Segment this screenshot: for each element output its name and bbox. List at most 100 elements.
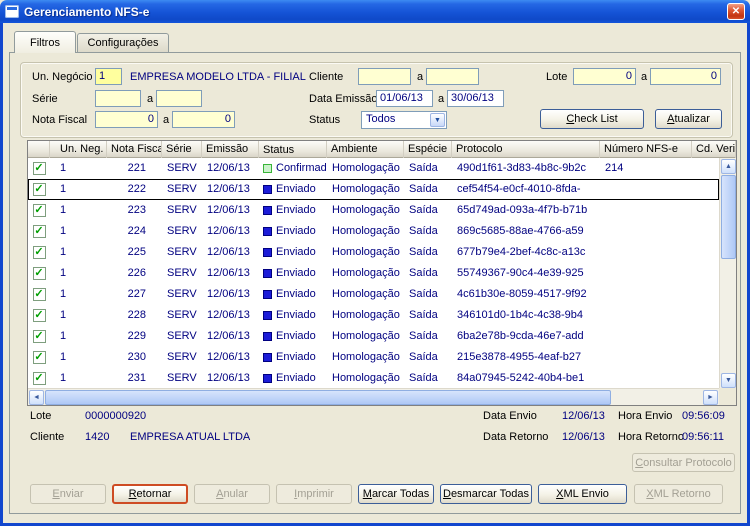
nota-fiscal-to-field[interactable]: 0 <box>172 111 235 128</box>
scroll-left-icon[interactable]: ◄ <box>29 390 44 405</box>
column-header[interactable] <box>28 141 50 158</box>
serie-from-field[interactable] <box>95 90 141 107</box>
hora-envio-value: 09:56:09 <box>682 410 725 422</box>
horizontal-scrollbar[interactable]: ◄ ► <box>28 388 719 405</box>
column-header[interactable]: Nota Fiscal <box>107 141 162 158</box>
xml-retorno-button[interactable]: XML Retorno <box>634 484 723 504</box>
scroll-down-icon[interactable]: ▼ <box>721 373 736 388</box>
consultar-protocolo-label: Consultar Protocolo <box>635 456 732 469</box>
cell-emissao: 12/06/13 <box>207 309 250 321</box>
row-checkbox[interactable]: ✓ <box>32 351 46 364</box>
atualizar-button[interactable]: Atualizar <box>655 109 722 129</box>
lote-to-field[interactable]: 0 <box>650 68 721 85</box>
row-checkbox[interactable]: ✓ <box>32 162 46 175</box>
column-header[interactable]: Status <box>259 141 327 158</box>
cell-nota_fiscal: 225 <box>127 246 146 258</box>
horizontal-scrollbar-thumb[interactable] <box>45 390 611 405</box>
serie-to-field[interactable] <box>156 90 202 107</box>
table-row[interactable]: ✓ 1 229 SERV 12/06/13 Enviado Homologação Saída… <box>28 326 719 347</box>
table-row[interactable]: ✓ 1 230 SERV 12/06/13 Enviado Homologação Saída… <box>28 347 719 368</box>
table-row[interactable]: ✓ 1 228 SERV 12/06/13 Enviado Homologação Saída… <box>28 305 719 326</box>
column-header[interactable]: Ambiente <box>327 141 404 158</box>
status-label: Status <box>309 114 341 126</box>
tab-filtros[interactable]: Filtros <box>14 31 76 53</box>
check-list-button[interactable]: Check List <box>540 109 644 129</box>
status-text: Enviado <box>276 225 316 237</box>
vertical-scrollbar[interactable]: ▲ ▼ <box>719 158 736 389</box>
cell-ambiente: Homologação <box>332 330 400 342</box>
table-row[interactable]: ✓ 1 226 SERV 12/06/13 Enviado Homologação Saída… <box>28 263 719 284</box>
table-row[interactable]: ✓ 1 221 SERV 12/06/13 Confirmado Homologação Sa… <box>28 158 719 179</box>
desmarcar-todas-button[interactable]: Desmarcar Todas <box>440 484 532 504</box>
cell-especie: Saída <box>409 288 438 300</box>
cell-serie: SERV <box>167 372 197 384</box>
row-checkbox[interactable]: ✓ <box>32 288 46 301</box>
cell-ambiente: Homologação <box>332 288 400 300</box>
row-checkbox[interactable]: ✓ <box>32 267 46 280</box>
cliente-to-field[interactable] <box>426 68 479 85</box>
consultar-protocolo-button[interactable]: Consultar Protocolo <box>632 453 735 472</box>
column-header[interactable]: Número NFS-e <box>600 141 692 158</box>
tab-configuracoes-label: Configurações <box>87 37 159 49</box>
cell-serie: SERV <box>167 351 197 363</box>
column-header[interactable]: Protocolo <box>452 141 600 158</box>
table-row[interactable]: ✓ 1 223 SERV 12/06/13 Enviado Homologação Saída… <box>28 200 719 221</box>
table-row[interactable]: ✓ 1 231 SERV 12/06/13 Enviado Homologação Saída… <box>28 368 719 389</box>
cell-cd-verificacao <box>692 200 719 221</box>
status-enviado-icon <box>263 185 272 194</box>
column-header[interactable]: Emissão <box>202 141 259 158</box>
anular-button[interactable]: Anular <box>194 484 270 504</box>
cell-numero_nfse <box>600 326 692 347</box>
column-header[interactable]: Un. Neg. <box>50 141 107 158</box>
marcar-todas-button[interactable]: Marcar Todas <box>358 484 434 504</box>
row-checkbox[interactable]: ✓ <box>32 309 46 322</box>
row-checkbox[interactable]: ✓ <box>32 204 46 217</box>
xml-retorno-label: XML Retorno <box>646 488 711 500</box>
status-text: Enviado <box>276 183 316 195</box>
anular-label: Anular <box>216 488 248 500</box>
xml-envio-button[interactable]: XML Envio <box>538 484 627 504</box>
row-checkbox[interactable]: ✓ <box>32 246 46 259</box>
enviar-button[interactable]: Enviar <box>30 484 106 504</box>
cell-especie: Saída <box>409 246 438 258</box>
row-checkbox[interactable]: ✓ <box>32 183 46 196</box>
cell-un_neg: 1 <box>60 204 67 216</box>
column-header[interactable]: Série <box>162 141 202 158</box>
row-checkbox[interactable]: ✓ <box>32 372 46 385</box>
column-header[interactable]: Espécie <box>404 141 452 158</box>
cell-emissao: 12/06/13 <box>207 162 250 174</box>
cell-serie: SERV <box>167 162 197 174</box>
status-confirmado-icon <box>263 164 272 173</box>
table-row[interactable]: ✓ 1 222 SERV 12/06/13 Enviado Homologação Saída… <box>28 179 719 200</box>
cell-cd-verificacao <box>692 326 719 347</box>
data-emissao-from-field[interactable]: 01/06/13 <box>376 90 433 107</box>
data-emissao-to-field[interactable]: 30/06/13 <box>447 90 504 107</box>
cell-cd-verificacao <box>692 221 719 242</box>
cliente-from-field[interactable] <box>358 68 411 85</box>
table-row[interactable]: ✓ 1 225 SERV 12/06/13 Enviado Homologação Saída… <box>28 242 719 263</box>
lote-from-field[interactable]: 0 <box>573 68 636 85</box>
cell-emissao: 12/06/13 <box>207 267 250 279</box>
cell-status: Enviado <box>259 284 327 305</box>
table-row[interactable]: ✓ 1 227 SERV 12/06/13 Enviado Homologação Saída… <box>28 284 719 305</box>
cell-especie: Saída <box>409 225 438 237</box>
scroll-up-icon[interactable]: ▲ <box>721 159 736 174</box>
imprimir-button[interactable]: Imprimir <box>276 484 352 504</box>
row-checkbox[interactable]: ✓ <box>32 225 46 238</box>
nota-fiscal-a-label: a <box>163 114 170 126</box>
scroll-right-icon[interactable]: ► <box>703 390 718 405</box>
column-header[interactable]: Cd. Verificação <box>692 141 736 158</box>
nota-fiscal-from-field[interactable]: 0 <box>95 111 158 128</box>
retornar-button[interactable]: Retornar <box>112 484 188 504</box>
close-button[interactable]: ✕ <box>727 3 745 20</box>
chevron-down-icon[interactable]: ▼ <box>430 113 445 127</box>
status-enviado-icon <box>263 311 272 320</box>
status-dropdown[interactable]: Todos ▼ <box>361 111 447 129</box>
cell-un_neg: 1 <box>60 372 67 384</box>
row-checkbox[interactable]: ✓ <box>32 330 46 343</box>
un-negocio-field[interactable]: 1 <box>95 68 122 85</box>
vertical-scrollbar-thumb[interactable] <box>721 175 736 259</box>
tab-configuracoes[interactable]: Configurações <box>77 33 169 52</box>
table-row[interactable]: ✓ 1 224 SERV 12/06/13 Enviado Homologação Saída… <box>28 221 719 242</box>
hora-envio-label: Hora Envio <box>618 410 673 422</box>
